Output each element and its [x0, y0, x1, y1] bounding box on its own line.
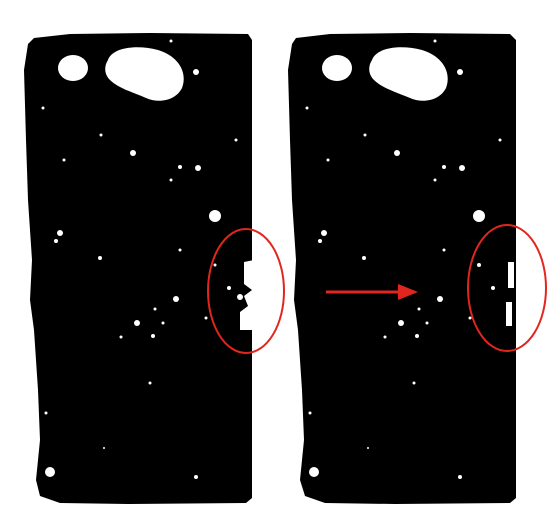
left-mask-panel: [24, 33, 254, 504]
right-slit-lower: [506, 302, 512, 326]
left-mask-body: [24, 33, 252, 504]
left-hole-small: [58, 55, 88, 81]
right-slit-upper: [508, 262, 514, 288]
right-hole-small: [322, 55, 352, 81]
right-mask-body: [288, 33, 516, 504]
right-mask-panel: [288, 33, 516, 504]
comparison-figure: [24, 33, 547, 504]
